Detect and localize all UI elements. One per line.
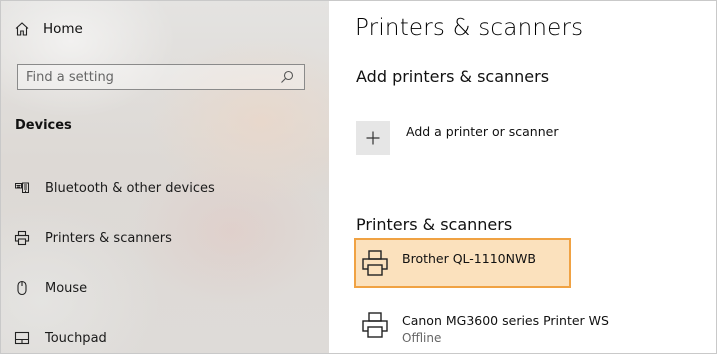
printer-icon [360, 248, 390, 282]
printer-icon [13, 229, 31, 247]
page-title: Printers & scanners [355, 15, 584, 41]
printer-item-canon[interactable]: Canon MG3600 series Printer WS Offline [354, 310, 609, 345]
search-box[interactable] [17, 64, 305, 90]
plus-icon [356, 121, 390, 155]
printer-name: Brother QL-1110NWB [402, 251, 536, 266]
printer-item-brother[interactable]: Brother QL-1110NWB [354, 238, 571, 288]
sidebar-item-bluetooth[interactable]: Bluetooth & other devices [13, 175, 215, 201]
sidebar-item-printers[interactable]: Printers & scanners [13, 225, 172, 251]
sidebar-item-touchpad[interactable]: Touchpad [13, 325, 107, 351]
add-printer-button[interactable]: Add a printer or scanner [356, 121, 558, 155]
sidebar-item-mouse[interactable]: Mouse [13, 275, 87, 301]
section-title-devices: Devices [15, 118, 72, 133]
touchpad-icon [13, 329, 31, 347]
home-label: Home [43, 21, 83, 37]
mouse-icon [13, 279, 31, 297]
printers-list-heading: Printers & scanners [356, 215, 513, 234]
sidebar-item-label: Bluetooth & other devices [45, 180, 215, 196]
add-printer-label: Add a printer or scanner [406, 124, 559, 139]
bluetooth-devices-icon [13, 179, 31, 197]
settings-window: Home Devices Bluetooth & other [0, 0, 717, 354]
printer-icon [360, 310, 390, 344]
printer-name: Canon MG3600 series Printer WS [402, 313, 609, 328]
sidebar-item-label: Printers & scanners [45, 230, 172, 246]
search-icon[interactable] [278, 68, 296, 86]
sidebar-item-label: Mouse [45, 280, 88, 296]
home-link[interactable]: Home [13, 17, 83, 41]
main-content: Printers & scanners Add printers & scann… [329, 1, 716, 353]
sidebar-item-label: Touchpad [45, 330, 107, 346]
search-input[interactable] [18, 65, 278, 89]
home-icon [13, 20, 31, 38]
printer-status: Offline [402, 331, 442, 345]
sidebar: Home Devices Bluetooth & other [1, 1, 329, 353]
add-section-heading: Add printers & scanners [356, 67, 550, 86]
